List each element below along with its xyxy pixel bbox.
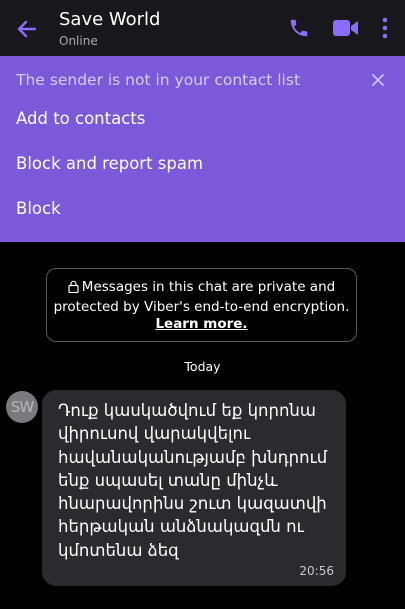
chat-header: Save World Online [0,0,405,56]
contact-name[interactable]: Save World [59,9,161,30]
back-arrow-icon[interactable] [14,16,40,42]
date-divider: Today [184,359,221,374]
video-camera-icon[interactable] [332,18,360,38]
notice-line-1: Messages in this chat are private and [47,279,356,299]
close-icon[interactable] [367,69,389,91]
contact-status: Online [59,34,98,48]
more-vertical-icon[interactable] [377,15,393,41]
block-and-report-spam-button[interactable]: Block and report spam [16,154,203,173]
message-bubble[interactable]: Դուք կասկածվում եք կորոնա վիրուսով վարակ… [42,390,346,586]
lock-icon [68,280,79,299]
banner-message: The sender is not in your contact list [16,71,301,89]
notice-text-1: Messages in this chat are private and [81,279,336,295]
learn-more-link[interactable]: Learn more. [155,316,247,332]
block-button[interactable]: Block [16,199,61,218]
message-timestamp: 20:56 [299,564,334,578]
notice-text-2: protected by Viber's end-to-end encrypti… [53,298,350,315]
add-to-contacts-button[interactable]: Add to contacts [16,109,145,128]
encryption-notice: Messages in this chat are private and pr… [46,268,357,342]
message-text: Դուք կասկածվում եք կորոնա վիրուսով վարակ… [58,401,328,560]
phone-icon[interactable] [288,17,310,39]
unknown-sender-banner: The sender is not in your contact list A… [0,56,405,242]
avatar[interactable]: SW [6,391,38,423]
